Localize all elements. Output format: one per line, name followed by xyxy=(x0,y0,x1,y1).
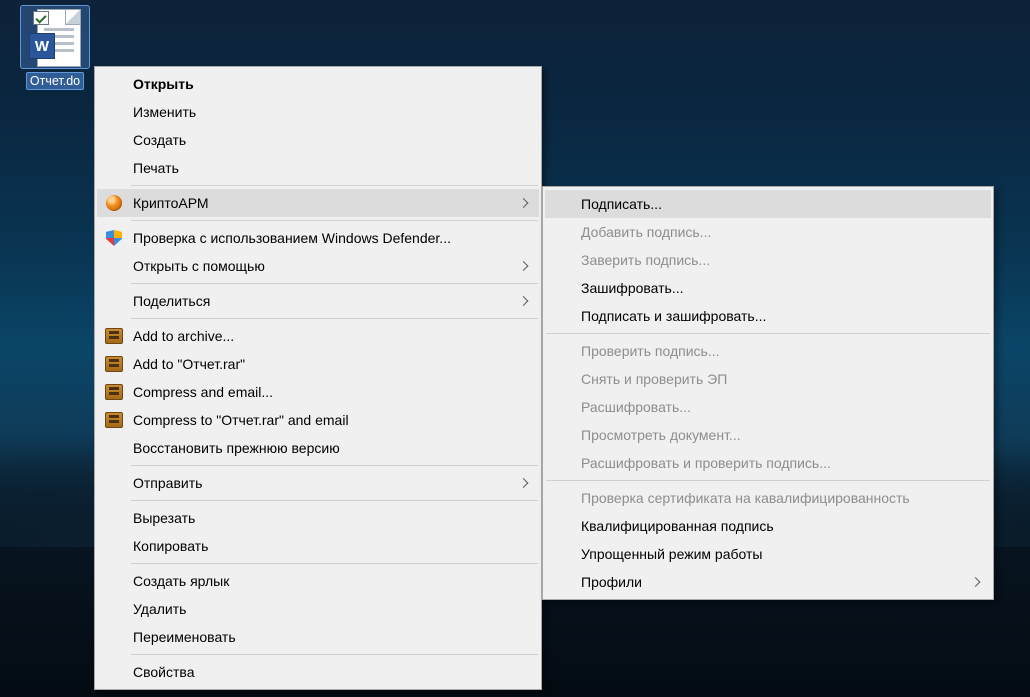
menu-separator xyxy=(131,283,538,284)
menu-cryptoarm[interactable]: КриптоАРМ xyxy=(97,189,539,217)
menu-copy[interactable]: Копировать xyxy=(97,532,539,560)
menu-print-label: Печать xyxy=(133,160,179,176)
winrar-icon xyxy=(104,382,124,402)
winrar-icon xyxy=(104,326,124,346)
menu-send-to-label: Отправить xyxy=(133,475,202,491)
menu-open-with-label: Открыть с помощью xyxy=(133,258,265,274)
submenu-sign[interactable]: Подписать... xyxy=(545,190,991,218)
menu-add-rar-label: Add to "Отчет.rar" xyxy=(133,356,245,372)
submenu-simple-mode[interactable]: Упрощенный режим работы xyxy=(545,540,991,568)
menu-add-rar[interactable]: Add to "Отчет.rar" xyxy=(97,350,539,378)
submenu-sign-encrypt[interactable]: Подписать и зашифровать... xyxy=(545,302,991,330)
cryptoarm-icon xyxy=(104,193,124,213)
submenu-arrow-icon xyxy=(519,296,529,306)
submenu-profiles-label: Профили xyxy=(581,574,642,590)
menu-compress-email-label: Compress and email... xyxy=(133,384,273,400)
submenu-view-doc-label: Просмотреть документ... xyxy=(581,427,741,443)
file-label: Отчет.do xyxy=(27,73,83,89)
submenu-check-sign-label: Проверить подпись... xyxy=(581,343,720,359)
submenu-sign-encrypt-label: Подписать и зашифровать... xyxy=(581,308,766,324)
submenu-qualified[interactable]: Квалифицированная подпись xyxy=(545,512,991,540)
menu-delete-label: Удалить xyxy=(133,601,186,617)
winrar-icon xyxy=(104,354,124,374)
submenu-arrow-icon xyxy=(519,198,529,208)
word-document-icon: W xyxy=(29,9,81,67)
submenu-arrow-icon xyxy=(519,478,529,488)
submenu-view-doc[interactable]: Просмотреть документ... xyxy=(545,421,991,449)
menu-open[interactable]: Открыть xyxy=(97,70,539,98)
menu-cut-label: Вырезать xyxy=(133,510,195,526)
menu-rename[interactable]: Переименовать xyxy=(97,623,539,651)
checkmark-icon xyxy=(33,11,49,25)
submenu-qualified-label: Квалифицированная подпись xyxy=(581,518,774,534)
submenu-encrypt-label: Зашифровать... xyxy=(581,280,684,296)
submenu-decrypt-check[interactable]: Расшифровать и проверить подпись... xyxy=(545,449,991,477)
submenu-decrypt-check-label: Расшифровать и проверить подпись... xyxy=(581,455,831,471)
submenu-separator xyxy=(546,480,990,481)
menu-print[interactable]: Печать xyxy=(97,154,539,182)
menu-copy-label: Копировать xyxy=(133,538,208,554)
menu-compress-rar-email[interactable]: Compress to "Отчет.rar" and email xyxy=(97,406,539,434)
menu-restore-prev-label: Восстановить прежнюю версию xyxy=(133,440,340,456)
menu-edit-label: Изменить xyxy=(133,104,196,120)
submenu-add-sign-label: Добавить подпись... xyxy=(581,224,711,240)
submenu-arrow-icon xyxy=(971,577,981,587)
menu-separator xyxy=(131,500,538,501)
submenu-decrypt-label: Расшифровать... xyxy=(581,399,691,415)
menu-compress-email[interactable]: Compress and email... xyxy=(97,378,539,406)
menu-shortcut[interactable]: Создать ярлык xyxy=(97,567,539,595)
submenu-cert-check-label: Проверка сертификата на кавалифицированн… xyxy=(581,490,910,506)
menu-rename-label: Переименовать xyxy=(133,629,236,645)
submenu-profiles[interactable]: Профили xyxy=(545,568,991,596)
menu-defender[interactable]: Проверка с использованием Windows Defend… xyxy=(97,224,539,252)
menu-separator xyxy=(131,185,538,186)
submenu-verify-sign[interactable]: Заверить подпись... xyxy=(545,246,991,274)
file-icon-box: W xyxy=(21,6,89,68)
winrar-icon xyxy=(104,410,124,430)
menu-open-with[interactable]: Открыть с помощью xyxy=(97,252,539,280)
submenu-simple-mode-label: Упрощенный режим работы xyxy=(581,546,762,562)
menu-share-label: Поделиться xyxy=(133,293,210,309)
menu-restore-prev[interactable]: Восстановить прежнюю версию xyxy=(97,434,539,462)
menu-compress-rar-email-label: Compress to "Отчет.rar" and email xyxy=(133,412,349,428)
menu-separator xyxy=(131,220,538,221)
menu-edit[interactable]: Изменить xyxy=(97,98,539,126)
menu-separator xyxy=(131,563,538,564)
submenu-encrypt[interactable]: Зашифровать... xyxy=(545,274,991,302)
menu-properties-label: Свойства xyxy=(133,664,194,680)
menu-shortcut-label: Создать ярлык xyxy=(133,573,229,589)
desktop-file-otchet[interactable]: W Отчет.do xyxy=(14,6,96,92)
submenu-separator xyxy=(546,333,990,334)
menu-separator xyxy=(131,465,538,466)
submenu-verify-sign-label: Заверить подпись... xyxy=(581,252,710,268)
submenu-remove-check-label: Снять и проверить ЭП xyxy=(581,371,727,387)
menu-open-label: Открыть xyxy=(133,76,194,92)
menu-delete[interactable]: Удалить xyxy=(97,595,539,623)
menu-cut[interactable]: Вырезать xyxy=(97,504,539,532)
word-badge-icon: W xyxy=(29,33,55,59)
menu-share[interactable]: Поделиться xyxy=(97,287,539,315)
menu-send-to[interactable]: Отправить xyxy=(97,469,539,497)
defender-shield-icon xyxy=(104,228,124,248)
menu-cryptoarm-label: КриптоАРМ xyxy=(133,195,209,211)
menu-properties[interactable]: Свойства xyxy=(97,658,539,686)
menu-create[interactable]: Создать xyxy=(97,126,539,154)
submenu-remove-check[interactable]: Снять и проверить ЭП xyxy=(545,365,991,393)
submenu-sign-label: Подписать... xyxy=(581,196,662,212)
submenu-decrypt[interactable]: Расшифровать... xyxy=(545,393,991,421)
submenu-add-sign[interactable]: Добавить подпись... xyxy=(545,218,991,246)
menu-create-label: Создать xyxy=(133,132,186,148)
submenu-cert-check[interactable]: Проверка сертификата на кавалифицированн… xyxy=(545,484,991,512)
menu-separator xyxy=(131,654,538,655)
menu-add-archive-label: Add to archive... xyxy=(133,328,234,344)
submenu-arrow-icon xyxy=(519,261,529,271)
menu-defender-label: Проверка с использованием Windows Defend… xyxy=(133,230,451,246)
menu-separator xyxy=(131,318,538,319)
menu-add-archive[interactable]: Add to archive... xyxy=(97,322,539,350)
submenu-check-sign[interactable]: Проверить подпись... xyxy=(545,337,991,365)
cryptoarm-submenu: Подписать... Добавить подпись... Заверит… xyxy=(542,186,994,600)
context-menu: Открыть Изменить Создать Печать КриптоАР… xyxy=(94,66,542,690)
